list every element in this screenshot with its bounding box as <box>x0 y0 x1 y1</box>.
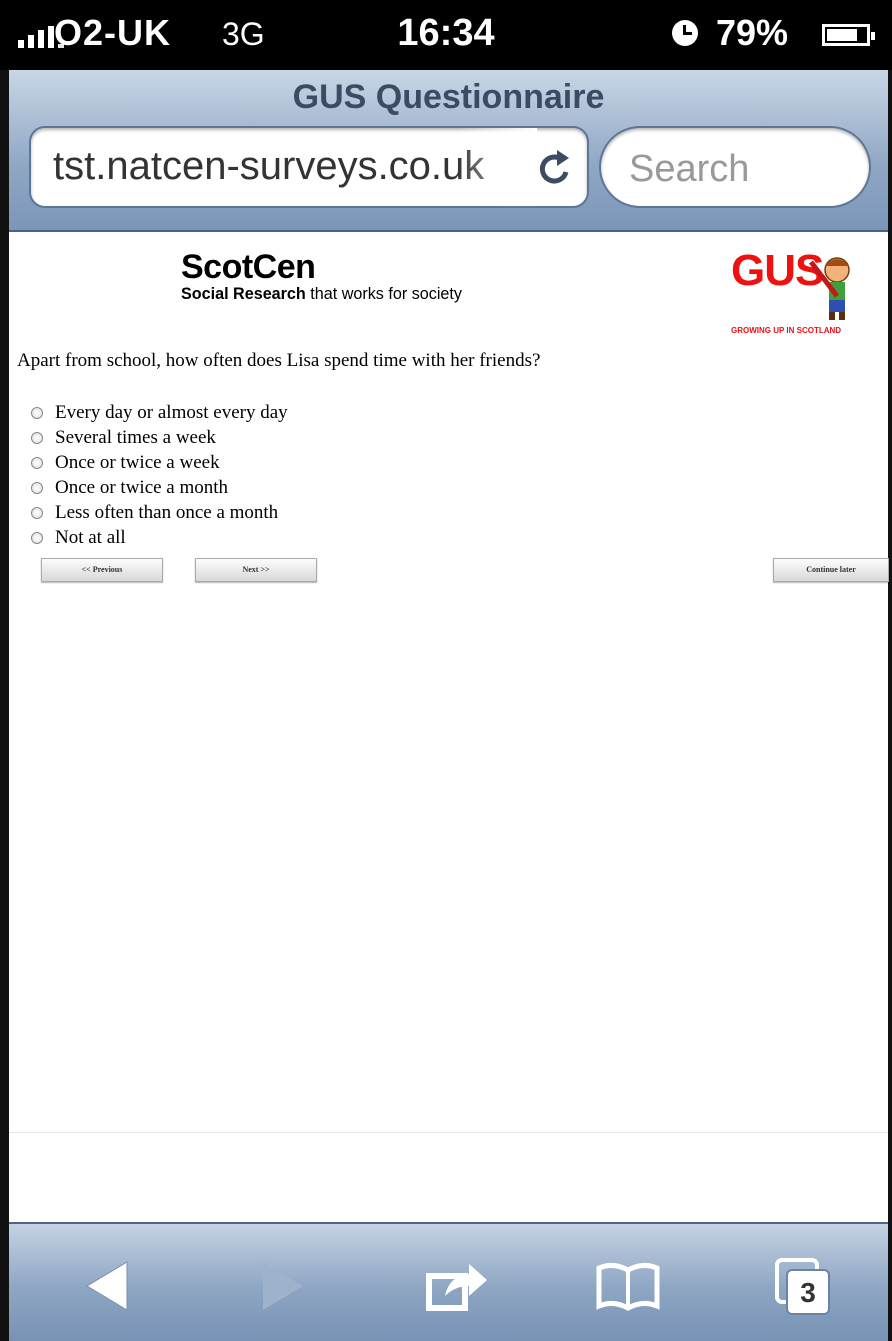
option-less-than-monthly[interactable]: Less often than once a month <box>31 500 288 525</box>
survey-page: ScotCen Social Research that works for s… <box>9 232 889 1222</box>
gus-logo-subtitle: GROWING UP IN SCOTLAND <box>731 326 842 335</box>
tabs-icon[interactable]: 3 <box>769 1254 839 1318</box>
browser-chrome: GUS Questionnaire tst.natcen-surveys.co.… <box>9 70 888 232</box>
radio-button[interactable] <box>31 431 43 444</box>
option-every-day[interactable]: Every day or almost every day <box>31 400 288 425</box>
page-title: GUS Questionnaire <box>292 78 605 116</box>
answer-options: Every day or almost every day Several ti… <box>31 400 288 550</box>
share-icon[interactable] <box>421 1254 491 1318</box>
battery-percent: 79% <box>716 12 789 53</box>
forward-icon[interactable] <box>245 1254 315 1318</box>
previous-button[interactable]: << Previous <box>41 558 163 582</box>
tabs-count: 3 <box>800 1277 816 1308</box>
search-field[interactable] <box>599 126 871 208</box>
status-bar: O2-UK 3G 16:34 79% <box>0 0 892 70</box>
gus-mascot-icon <box>809 257 850 320</box>
battery-icon <box>822 24 875 46</box>
option-once-twice-month[interactable]: Once or twice a month <box>31 475 288 500</box>
radio-button[interactable] <box>31 506 43 519</box>
next-button[interactable]: Next >> <box>195 558 317 582</box>
question-text: Apart from school, how often does Lisa s… <box>17 350 541 371</box>
alarm-clock-icon <box>672 20 698 46</box>
back-icon[interactable] <box>75 1254 145 1318</box>
radio-button[interactable] <box>31 531 43 544</box>
url-text: tst.natcen-surveys.co.uk <box>53 144 485 188</box>
scotcen-logo-tagline: Social Research that works for society <box>181 284 462 303</box>
page-divider <box>9 1132 888 1133</box>
browser-toolbar: 3 <box>9 1222 888 1341</box>
option-not-at-all[interactable]: Not at all <box>31 525 288 550</box>
gus-logo: GUS GROWING UP IN SCOTLAND <box>731 246 861 342</box>
radio-button[interactable] <box>31 456 43 469</box>
reload-icon[interactable] <box>535 146 575 190</box>
radio-button[interactable] <box>31 406 43 419</box>
option-once-twice-week[interactable]: Once or twice a week <box>31 450 288 475</box>
scotcen-logo-name: ScotCen <box>181 248 316 286</box>
address-bar[interactable]: tst.natcen-surveys.co.uk <box>29 126 589 208</box>
radio-button[interactable] <box>31 481 43 494</box>
bookmarks-icon[interactable] <box>593 1254 663 1318</box>
continue-later-button[interactable]: Continue later <box>773 558 889 582</box>
scotcen-logo: ScotCen Social Research that works for s… <box>181 250 477 304</box>
search-input[interactable] <box>627 146 851 192</box>
option-several-times-week[interactable]: Several times a week <box>31 425 288 450</box>
